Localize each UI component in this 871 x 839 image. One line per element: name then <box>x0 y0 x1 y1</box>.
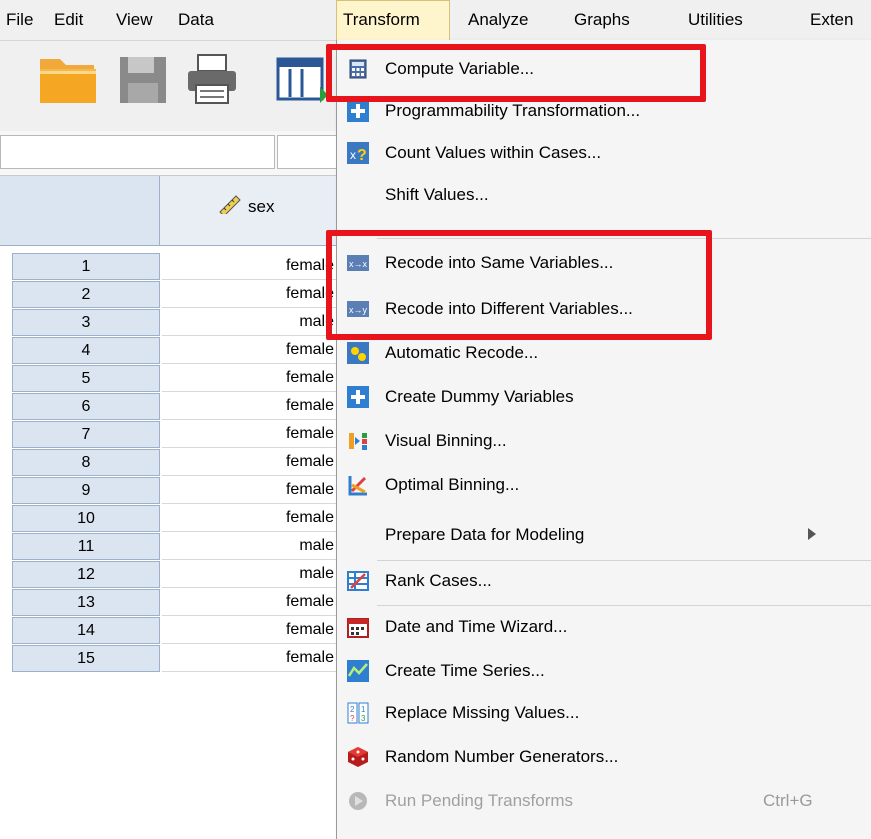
print-icon[interactable] <box>186 53 238 110</box>
column-header-sex[interactable]: sex <box>218 194 274 219</box>
table-cell[interactable]: male <box>162 533 338 560</box>
table-cell[interactable]: female <box>162 477 338 504</box>
row-number[interactable]: 5 <box>12 365 160 392</box>
menu-item-label: Shift Values... <box>385 185 489 204</box>
menu-item-label: Create Time Series... <box>385 661 545 680</box>
row-number[interactable]: 11 <box>12 533 160 560</box>
menu-item-label: Optimal Binning... <box>385 475 520 494</box>
open-folder-icon[interactable] <box>38 51 98 112</box>
menu-item-label: Programmability Transformation... <box>385 101 641 120</box>
menu-item-shortcut: Ctrl+G <box>763 791 813 810</box>
calendar-icon <box>347 616 369 638</box>
row-number[interactable]: 10 <box>12 505 160 532</box>
table-cell[interactable]: female <box>162 645 338 672</box>
table-cell[interactable]: female <box>162 617 338 644</box>
column-header-label: sex <box>248 196 275 216</box>
table-cell[interactable]: female <box>162 449 338 476</box>
row-number[interactable]: 2 <box>12 281 160 308</box>
automatic-recode-icon <box>347 342 369 364</box>
row-number[interactable]: 3 <box>12 309 160 336</box>
highlight-recode-items <box>326 230 712 340</box>
table-cell[interactable]: female <box>162 337 338 364</box>
table-cell[interactable]: female <box>162 589 338 616</box>
menu-extensions[interactable]: Exten <box>804 0 859 40</box>
highlight-compute-variable <box>326 44 706 102</box>
menu-item-label: Count Values within Cases... <box>385 143 602 162</box>
menu-item-label: Rank Cases... <box>385 571 492 590</box>
menu-item-label: Create Dummy Variables <box>385 387 574 406</box>
cell-name-field[interactable] <box>0 135 275 169</box>
table-cell[interactable]: female <box>162 365 338 392</box>
menu-item-create-dummy-variables[interactable]: Create Dummy Variables <box>337 376 871 418</box>
row-number[interactable]: 4 <box>12 337 160 364</box>
menu-item-label: Prepare Data for Modeling <box>385 525 585 544</box>
menu-item-label: Date and Time Wizard... <box>385 617 568 636</box>
row-number[interactable]: 6 <box>12 393 160 420</box>
menu-item-visual-binning[interactable]: Visual Binning... <box>337 420 871 462</box>
optimal-binning-icon <box>347 474 369 496</box>
table-cell[interactable]: female <box>162 505 338 532</box>
menu-data[interactable]: Data <box>172 0 220 40</box>
svg-text:?: ? <box>350 714 355 723</box>
svg-text:2: 2 <box>350 705 355 714</box>
table-cell[interactable]: male <box>162 561 338 588</box>
row-number[interactable]: 1 <box>12 253 160 280</box>
menu-utilities[interactable]: Utilities <box>682 0 749 40</box>
rank-cases-icon <box>347 570 369 592</box>
svg-text:1: 1 <box>361 705 366 714</box>
menu-item-label: Run Pending Transforms <box>385 791 574 810</box>
menu-item-replace-missing-values[interactable]: 2? 1 3 Replace Missing Values... <box>337 692 871 734</box>
menu-bar: File Edit View Data Transform Analyze Gr… <box>0 0 871 41</box>
table-cell[interactable]: female <box>162 281 338 308</box>
menu-item-optimal-binning[interactable]: Optimal Binning... <box>337 464 871 506</box>
table-cell[interactable]: female <box>162 393 338 420</box>
row-number[interactable]: 12 <box>12 561 160 588</box>
table-cell[interactable]: female <box>162 421 338 448</box>
svg-text:3: 3 <box>361 714 366 723</box>
nominal-measure-icon <box>218 194 242 219</box>
run-pending-icon <box>347 790 369 812</box>
time-series-icon <box>347 660 369 682</box>
menu-graphs[interactable]: Graphs <box>568 0 636 40</box>
menu-item-date-time-wizard[interactable]: Date and Time Wizard... <box>337 606 871 648</box>
count-values-icon: x? <box>347 142 369 164</box>
menu-transform[interactable]: Transform <box>336 0 450 40</box>
menu-edit[interactable]: Edit <box>48 0 89 40</box>
menu-item-rank-cases[interactable]: Rank Cases... <box>337 560 871 602</box>
menu-item-label: Random Number Generators... <box>385 747 619 766</box>
menu-item-prepare-data-for-modeling[interactable]: Prepare Data for Modeling <box>337 514 871 556</box>
menu-item-label: Replace Missing Values... <box>385 703 580 722</box>
plus-icon <box>347 100 369 122</box>
dialog-recall-icon[interactable] <box>276 53 332 110</box>
row-number[interactable]: 8 <box>12 449 160 476</box>
grid-corner <box>0 176 160 246</box>
table-cell[interactable]: male <box>162 309 338 336</box>
menu-item-random-number-generators[interactable]: Random Number Generators... <box>337 736 871 778</box>
menu-analyze[interactable]: Analyze <box>462 0 534 40</box>
save-icon[interactable] <box>118 55 168 110</box>
submenu-arrow-icon <box>807 525 817 545</box>
plus-icon <box>347 386 369 408</box>
row-number[interactable]: 7 <box>12 421 160 448</box>
row-number[interactable]: 14 <box>12 617 160 644</box>
transform-menu: Compute Variable... Programmability Tran… <box>336 40 871 839</box>
menu-item-shift-values[interactable]: Shift Values... <box>337 174 871 216</box>
svg-text:x: x <box>350 148 356 162</box>
visual-binning-icon <box>347 430 369 452</box>
row-number[interactable]: 13 <box>12 589 160 616</box>
menu-item-create-time-series[interactable]: Create Time Series... <box>337 650 871 692</box>
menu-item-count-values[interactable]: x? Count Values within Cases... <box>337 132 871 174</box>
menu-item-label: Automatic Recode... <box>385 343 539 362</box>
row-number[interactable]: 15 <box>12 645 160 672</box>
menu-view[interactable]: View <box>110 0 159 40</box>
replace-missing-icon: 2? 1 3 <box>347 702 369 724</box>
menu-file[interactable]: File <box>0 0 39 40</box>
svg-text:?: ? <box>357 147 367 164</box>
row-number[interactable]: 9 <box>12 477 160 504</box>
menu-item-run-pending-transforms: Run Pending Transforms Ctrl+G <box>337 780 871 822</box>
table-cell[interactable]: female <box>162 253 338 280</box>
dice-icon <box>347 746 369 768</box>
menu-item-label: Visual Binning... <box>385 431 507 450</box>
